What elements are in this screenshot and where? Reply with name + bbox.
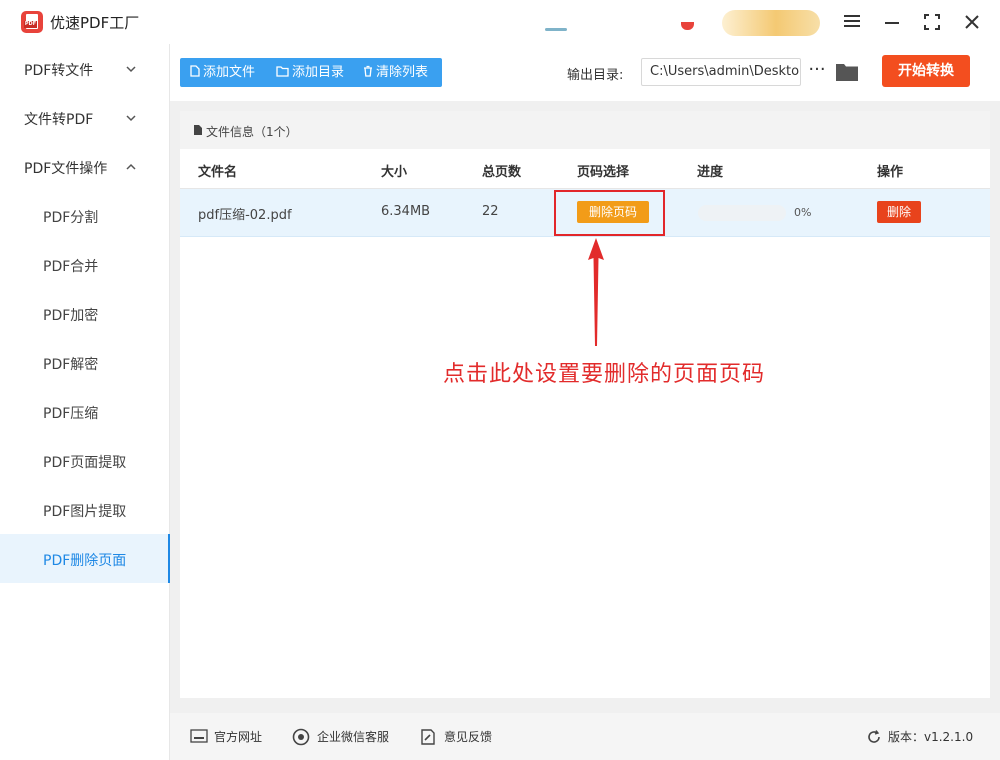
more-options-button[interactable]: ··· bbox=[806, 58, 828, 86]
website-icon bbox=[190, 729, 208, 743]
file-info-label: 文件信息（1个） bbox=[206, 125, 298, 139]
sidebar-item-label: PDF分割 bbox=[43, 210, 99, 226]
file-button-group: 添加文件 添加目录 清除列表 bbox=[180, 58, 442, 87]
clear-list-label: 清除列表 bbox=[376, 65, 429, 80]
sidebar-item-label: PDF页面提取 bbox=[43, 455, 127, 471]
file-name: pdf压缩-02.pdf bbox=[198, 208, 292, 223]
output-dir-label: 输出目录: bbox=[567, 68, 624, 83]
clear-list-button[interactable]: 清除列表 bbox=[363, 58, 428, 87]
app-logo-tag: PDF bbox=[24, 21, 37, 28]
delete-row-button[interactable]: 删除 bbox=[877, 201, 921, 223]
app-title: 优速PDF工厂 bbox=[50, 14, 140, 32]
refresh-icon bbox=[868, 730, 880, 743]
chevron-down-icon bbox=[126, 66, 136, 73]
start-convert-button[interactable]: 开始转换 bbox=[882, 55, 970, 87]
add-file-button[interactable]: 添加文件 bbox=[190, 58, 255, 87]
add-folder-label: 添加目录 bbox=[292, 65, 345, 80]
table-row[interactable]: pdf压缩-02.pdf 6.34MB 22 删除页码 0% 删除 bbox=[180, 189, 990, 237]
version-label: 版本：v1.2.1.0 bbox=[888, 730, 974, 744]
sidebar-group-pdf-to-file[interactable]: PDF转文件 bbox=[0, 44, 170, 93]
chat-icon bbox=[292, 728, 310, 746]
promo-badge-icon bbox=[681, 22, 694, 30]
sidebar-item-pdf-split[interactable]: PDF分割 bbox=[0, 191, 170, 240]
file-list-panel: 文件信息（1个） 文件名 大小 总页数 页码选择 进度 操作 pdf压缩-02.… bbox=[180, 111, 990, 698]
app-logo-icon: PDF bbox=[21, 11, 43, 33]
document-icon bbox=[194, 125, 202, 135]
output-dir-field[interactable]: C:\Users\admin\Desktop bbox=[641, 58, 801, 86]
sidebar-item-pdf-merge[interactable]: PDF合并 bbox=[0, 240, 170, 289]
toolbar: 添加文件 添加目录 清除列表 输出目录: C:\Users\admin\Desk… bbox=[170, 44, 1000, 101]
sidebar-item-label: PDF压缩 bbox=[43, 406, 99, 422]
sidebar-item-pdf-image-extract[interactable]: PDF图片提取 bbox=[0, 485, 170, 534]
column-header-filename: 文件名 bbox=[198, 165, 238, 180]
sidebar: PDF转文件 文件转PDF PDF文件操作 PDF分割 PDF合并 PDF加密 … bbox=[0, 44, 170, 760]
chevron-down-icon bbox=[126, 115, 136, 122]
column-header-progress: 进度 bbox=[697, 165, 724, 180]
feedback-label: 意见反馈 bbox=[444, 730, 493, 744]
delete-pages-select-button[interactable]: 删除页码 bbox=[577, 201, 649, 223]
file-info-bar: 文件信息（1个） bbox=[180, 111, 990, 149]
table-header: 文件名 大小 总页数 页码选择 进度 操作 bbox=[180, 149, 990, 189]
footer: 官方网址 企业微信客服 意见反馈 版本：v1.2.1.0 bbox=[170, 713, 1000, 760]
progress-percent: 0% bbox=[794, 206, 812, 219]
sidebar-item-label: PDF图片提取 bbox=[43, 504, 127, 520]
sidebar-group-pdf-operations[interactable]: PDF文件操作 bbox=[0, 142, 170, 191]
sidebar-item-label: PDF加密 bbox=[43, 308, 99, 324]
sidebar-group-label: 文件转PDF bbox=[24, 112, 94, 128]
promo-banner[interactable] bbox=[722, 10, 820, 36]
file-size: 6.34MB bbox=[381, 204, 431, 219]
feedback-icon bbox=[421, 729, 435, 745]
annotation-arrow-icon bbox=[588, 238, 604, 346]
column-header-page-select: 页码选择 bbox=[577, 165, 630, 180]
minimize-icon[interactable] bbox=[881, 11, 903, 33]
wechat-support-label: 企业微信客服 bbox=[317, 730, 390, 744]
sidebar-group-label: PDF文件操作 bbox=[24, 161, 108, 177]
sidebar-item-label: PDF合并 bbox=[43, 259, 99, 275]
trash-icon bbox=[364, 65, 372, 77]
file-icon bbox=[190, 65, 200, 77]
column-header-action: 操作 bbox=[877, 165, 904, 180]
sidebar-item-label: PDF删除页面 bbox=[43, 553, 127, 569]
add-folder-button[interactable]: 添加目录 bbox=[276, 58, 344, 87]
annotation-text: 点击此处设置要删除的页面页码 bbox=[443, 362, 766, 387]
sidebar-item-pdf-decrypt[interactable]: PDF解密 bbox=[0, 338, 170, 387]
promo-decoration bbox=[545, 28, 567, 31]
chevron-up-icon bbox=[126, 163, 136, 170]
close-icon[interactable] bbox=[961, 11, 983, 33]
progress-bar bbox=[698, 205, 786, 221]
sidebar-item-label: PDF解密 bbox=[43, 357, 99, 373]
folder-icon bbox=[276, 65, 289, 77]
title-bar: PDF 优速PDF工厂 bbox=[0, 0, 1000, 44]
menu-icon[interactable] bbox=[841, 11, 863, 33]
column-header-size: 大小 bbox=[381, 165, 408, 180]
open-folder-icon[interactable] bbox=[835, 61, 859, 83]
sidebar-item-pdf-delete-pages[interactable]: PDF删除页面 bbox=[0, 534, 170, 583]
sidebar-group-file-to-pdf[interactable]: 文件转PDF bbox=[0, 93, 170, 142]
sidebar-item-pdf-encrypt[interactable]: PDF加密 bbox=[0, 289, 170, 338]
add-file-label: 添加文件 bbox=[203, 65, 256, 80]
page-count: 22 bbox=[482, 204, 499, 219]
sidebar-group-label: PDF转文件 bbox=[24, 63, 94, 79]
sidebar-item-pdf-compress[interactable]: PDF压缩 bbox=[0, 387, 170, 436]
website-label: 官方网址 bbox=[214, 730, 263, 744]
column-header-pages: 总页数 bbox=[482, 165, 522, 180]
sidebar-item-pdf-page-extract[interactable]: PDF页面提取 bbox=[0, 436, 170, 485]
maximize-icon[interactable] bbox=[921, 11, 943, 33]
